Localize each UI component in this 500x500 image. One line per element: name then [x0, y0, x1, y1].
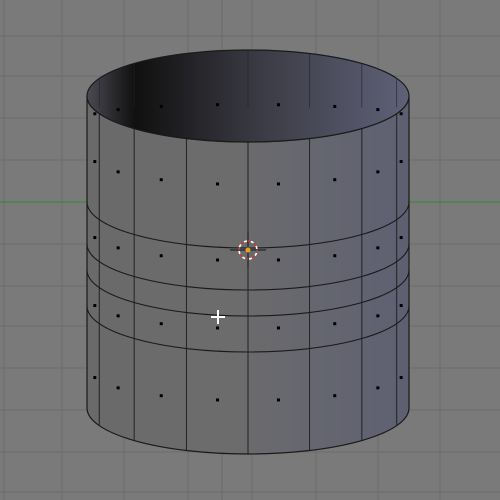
mesh-vertex: [376, 314, 380, 318]
mesh-vertex: [216, 103, 220, 107]
mesh-vertex: [376, 108, 380, 112]
mesh-vertex: [276, 326, 280, 330]
mesh-vertex: [159, 178, 163, 182]
mesh-vertex: [93, 112, 97, 116]
mesh-vertex: [116, 246, 120, 250]
mesh-vertex: [216, 398, 220, 402]
mesh-vertex: [376, 246, 380, 250]
mesh-vertex: [276, 398, 280, 402]
mesh-vertex: [93, 304, 97, 308]
mesh-vertex: [399, 160, 403, 164]
mesh-vertex: [116, 108, 120, 112]
mesh-vertex: [276, 103, 280, 107]
mesh-vertex: [216, 258, 220, 262]
mesh-vertex: [376, 170, 380, 174]
mesh-vertex: [399, 304, 403, 308]
viewport-canvas[interactable]: [0, 0, 500, 500]
mesh-vertex: [116, 314, 120, 318]
mesh-vertex: [216, 326, 220, 330]
mesh-vertex: [116, 386, 120, 390]
3d-viewport[interactable]: [0, 0, 500, 500]
mesh-vertex: [159, 394, 163, 398]
mesh-vertex: [159, 104, 163, 108]
pivot-dot: [245, 247, 251, 253]
mesh-vertex: [333, 178, 337, 182]
mesh-vertex: [159, 322, 163, 326]
mesh-vertex: [333, 254, 337, 258]
mesh-vertex: [93, 376, 97, 380]
mesh-vertex: [276, 258, 280, 262]
mesh-vertex: [93, 160, 97, 164]
mesh-vertex: [333, 394, 337, 398]
mesh-vertex: [159, 254, 163, 258]
mesh-vertex: [399, 112, 403, 116]
mesh-vertex: [93, 236, 97, 240]
mesh-vertex: [216, 182, 220, 186]
mesh-vertex: [116, 170, 120, 174]
mesh-vertex: [399, 236, 403, 240]
mesh-vertex: [376, 386, 380, 390]
mesh-vertex: [276, 182, 280, 186]
mesh-vertex: [333, 104, 337, 108]
mesh-vertex: [399, 376, 403, 380]
mesh-vertex: [333, 322, 337, 326]
